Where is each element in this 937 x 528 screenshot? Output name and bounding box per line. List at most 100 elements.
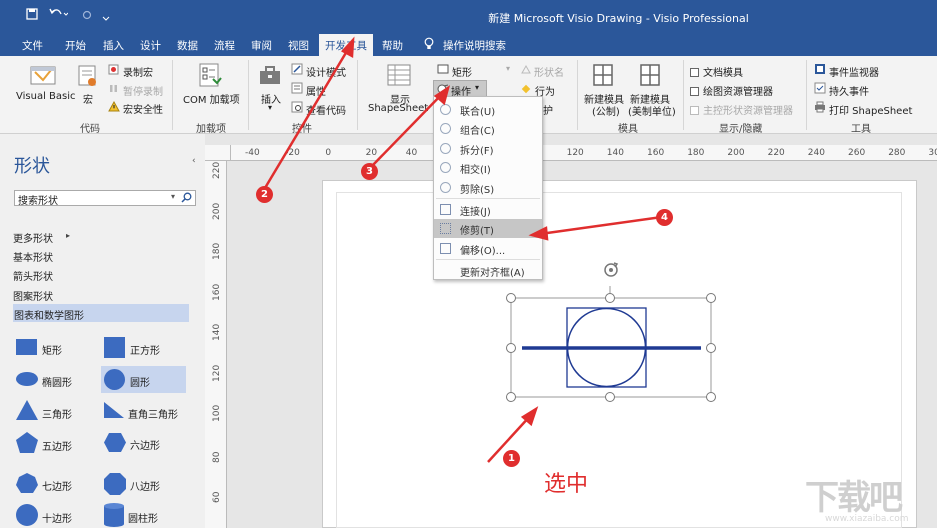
print-shapesheet-button[interactable]: 打印 ShapeSheet (829, 102, 912, 117)
group-label-addins: 加载项 (196, 124, 226, 135)
event-monitor-icon (814, 63, 826, 78)
menu-item-label: 相交(I) (460, 165, 491, 176)
menu-item-label: 剪除(S) (460, 185, 495, 196)
ruler-horizontal: -40-200204060801001201401601802002202402… (231, 145, 937, 161)
protect-button[interactable]: 护 (543, 102, 553, 117)
menu-item-subtract[interactable]: 剪除(S) (434, 178, 542, 197)
doc-stencil-label: 文档模具 (703, 68, 743, 79)
ruler-tick-label: 240 (807, 148, 825, 158)
annotation-badge-1: 1 (503, 450, 520, 467)
menu-item-union[interactable]: 联合(U) (434, 100, 542, 119)
menu-item-combine[interactable]: 组合(C) (434, 119, 542, 138)
shape-label: 六边形 (130, 441, 160, 452)
shape-circle[interactable]: 圆形 (101, 366, 186, 393)
new-stencil-metric-sub: (公制) (592, 107, 620, 118)
tab-home[interactable]: 开始 (65, 38, 86, 53)
collapse-panel-icon[interactable]: ‹ (192, 156, 196, 166)
drawing-explorer-label: 绘图资源管理器 (703, 87, 773, 98)
tab-help[interactable]: 帮助 (382, 38, 403, 53)
macro-security-button[interactable]: 宏安全性 (123, 101, 163, 116)
hexagon-icon (104, 433, 126, 452)
stencil-charts-math[interactable]: 图表和数学图形 (13, 304, 189, 322)
tab-process[interactable]: 流程 (214, 38, 235, 53)
stencil-pattern-shapes[interactable]: 图案形状 (13, 288, 53, 303)
shape-name-button: 形状名 (534, 68, 564, 79)
search-shapes-placeholder: 搜索形状 (18, 196, 58, 207)
event-monitor-button[interactable]: 事件监视器 (829, 64, 879, 79)
ruler-corner (205, 145, 231, 161)
ruler-vertical: 220200180160140120100806040 (205, 161, 227, 528)
menu-item-intersect[interactable]: 相交(I) (434, 158, 542, 177)
visual-basic-button[interactable]: Visual Basic (16, 91, 76, 102)
tab-data[interactable]: 数据 (177, 38, 198, 53)
tab-developer[interactable]: 开发工具 (319, 34, 373, 56)
tab-view[interactable]: 视图 (288, 38, 309, 53)
menu-item-trim[interactable]: 修剪(T) (434, 219, 542, 238)
show-shapesheet-button[interactable]: ShapeSheet (368, 103, 428, 114)
shapes-panel-title: 形状 (14, 156, 50, 177)
group-label-tools: 工具 (851, 124, 871, 135)
doc-stencil-checkbox[interactable]: 文档模具 (690, 64, 743, 79)
search-icon[interactable] (181, 192, 192, 206)
ruler-tick-label: 220 (767, 148, 785, 158)
ruler-tick-label: 300 (928, 148, 937, 158)
annotation-badge-4: 4 (656, 209, 673, 226)
properties-button[interactable]: 属性 (306, 83, 326, 98)
macro-button[interactable]: 宏 (83, 91, 93, 106)
ruler-tick-label: 220 (212, 161, 222, 179)
trim-icon (440, 223, 451, 234)
shape-label: 五边形 (42, 442, 72, 453)
offset-icon (440, 243, 451, 254)
menu-item-fragment[interactable]: 拆分(F) (434, 139, 542, 158)
tab-file[interactable]: 文件 (22, 38, 43, 53)
ruler-tick-label: 100 (212, 404, 222, 422)
group-divider (577, 60, 578, 130)
stencil-arrow-shapes[interactable]: 箭头形状 (13, 268, 53, 283)
search-shapes-input[interactable]: 搜索形状 (14, 190, 196, 207)
chevron-down-icon[interactable]: ▾ (171, 192, 175, 201)
circle-icon (104, 369, 125, 390)
new-stencil-us-sub: (美制单位) (628, 107, 676, 118)
tab-design[interactable]: 设计 (140, 38, 161, 53)
group-divider (172, 60, 173, 130)
menu-item-join[interactable]: 连接(J) (434, 200, 542, 219)
tab-review[interactable]: 审阅 (251, 38, 272, 53)
com-addins-icon (197, 62, 223, 91)
union-icon (440, 104, 451, 115)
menu-separator (436, 259, 540, 260)
chevron-right-icon: ▸ (66, 231, 71, 240)
shapesheet-icon (387, 64, 411, 89)
menu-item-update-alignment-box[interactable]: 更新对齐框(A) (434, 261, 542, 280)
right-triangle-icon (104, 402, 124, 418)
shape-label: 正方形 (130, 346, 160, 357)
shape-label: 矩形 (42, 346, 62, 357)
drawing-explorer-checkbox[interactable]: 绘图资源管理器 (690, 83, 773, 98)
menu-item-label: 连接(J) (460, 207, 491, 218)
warning-icon (108, 100, 120, 115)
menu-item-label: 修剪(T) (460, 226, 494, 237)
shape-name-icon (520, 64, 532, 78)
shape-label: 八边形 (130, 482, 160, 493)
more-shapes-menu[interactable]: 更多形状 (13, 230, 53, 245)
ruler-tick-label: -20 (285, 148, 300, 158)
stencil-basic-shapes[interactable]: 基本形状 (13, 249, 53, 264)
ruler-tick-label: 200 (727, 148, 745, 158)
rectangle-icon (16, 339, 37, 355)
tab-insert[interactable]: 插入 (103, 38, 124, 53)
chevron-down-icon: ▾ (268, 103, 273, 112)
title-bar: 新建 Microsoft Visio Drawing - Visio Profe… (0, 0, 937, 34)
com-addins-button[interactable]: COM 加载项 (183, 91, 240, 106)
view-code-button[interactable]: 查看代码 (306, 102, 346, 117)
design-mode-button[interactable]: 设计模式 (306, 64, 346, 79)
shape-label: 椭圆形 (42, 378, 72, 389)
rotate-handle-icon[interactable] (602, 261, 620, 282)
record-macro-button[interactable]: 录制宏 (123, 64, 153, 79)
watermark-logo: 下载吧 (805, 478, 903, 518)
tell-me-search[interactable]: 操作说明搜索 (443, 38, 506, 53)
persistent-events-button[interactable]: 持久事件 (829, 83, 869, 98)
ruler-tick-label: 0 (325, 148, 332, 158)
menu-item-offset[interactable]: 偏移(O)... (434, 239, 542, 258)
rectangle-tool-button[interactable]: 矩形 (452, 64, 472, 79)
menu-item-label: 组合(C) (460, 126, 495, 137)
heptagon-icon (16, 473, 38, 493)
